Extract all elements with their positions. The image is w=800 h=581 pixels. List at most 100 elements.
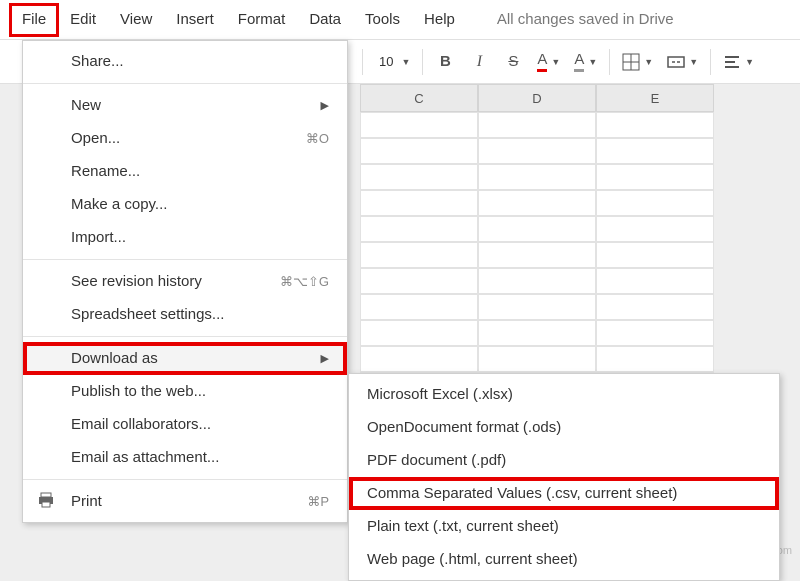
- menu-view[interactable]: View: [108, 4, 164, 36]
- italic-button[interactable]: I: [465, 47, 493, 77]
- cell[interactable]: [360, 190, 478, 216]
- cell[interactable]: [596, 112, 714, 138]
- column-header[interactable]: E: [596, 84, 714, 112]
- table-row: [360, 242, 800, 268]
- merge-icon: [667, 53, 685, 71]
- menu-item-make-copy[interactable]: Make a copy...: [23, 188, 347, 221]
- menu-format[interactable]: Format: [226, 4, 298, 36]
- menu-item-label: Download as: [71, 350, 158, 367]
- cell[interactable]: [360, 242, 478, 268]
- menu-item-email-collaborators[interactable]: Email collaborators...: [23, 408, 347, 441]
- submenu-item-ods[interactable]: OpenDocument format (.ods): [349, 411, 779, 444]
- menu-item-label: Open...: [71, 130, 120, 147]
- table-row: [360, 346, 800, 372]
- submenu-item-xlsx[interactable]: Microsoft Excel (.xlsx): [349, 378, 779, 411]
- table-row: [360, 216, 800, 242]
- cell[interactable]: [360, 320, 478, 346]
- menu-item-spreadsheet-settings[interactable]: Spreadsheet settings...: [23, 298, 347, 331]
- cell[interactable]: [360, 294, 478, 320]
- fill-color-icon: A: [574, 51, 584, 72]
- print-icon: [37, 491, 55, 513]
- cell[interactable]: [596, 320, 714, 346]
- toolbar-separator: [710, 49, 711, 75]
- align-button[interactable]: ▼: [719, 47, 758, 77]
- menu-item-new[interactable]: New▶: [23, 89, 347, 122]
- submenu-item-csv[interactable]: Comma Separated Values (.csv, current sh…: [349, 477, 779, 510]
- download-as-submenu: Microsoft Excel (.xlsx) OpenDocument for…: [348, 373, 780, 581]
- menu-file[interactable]: File: [10, 4, 58, 36]
- cell[interactable]: [478, 216, 596, 242]
- menu-item-share[interactable]: Share...: [23, 45, 347, 78]
- menu-item-download-as[interactable]: Download as▶: [23, 342, 347, 375]
- fill-color-button[interactable]: A ▼: [570, 47, 601, 77]
- cell[interactable]: [360, 112, 478, 138]
- cell[interactable]: [478, 268, 596, 294]
- toolbar-separator: [362, 49, 363, 75]
- menu-help[interactable]: Help: [412, 4, 467, 36]
- menu-item-label: Email as attachment...: [71, 449, 219, 466]
- menu-item-rename[interactable]: Rename...: [23, 155, 347, 188]
- borders-button[interactable]: ▼: [618, 47, 657, 77]
- cell[interactable]: [360, 268, 478, 294]
- text-color-icon: A: [537, 51, 547, 72]
- shortcut-label: ⌘O: [306, 131, 329, 147]
- cell[interactable]: [596, 294, 714, 320]
- cell[interactable]: [596, 164, 714, 190]
- borders-icon: [622, 53, 640, 71]
- cell[interactable]: [360, 164, 478, 190]
- cell[interactable]: [478, 346, 596, 372]
- strikethrough-button[interactable]: S: [499, 47, 527, 77]
- menu-tools[interactable]: Tools: [353, 4, 412, 36]
- text-color-button[interactable]: A ▼: [533, 47, 564, 77]
- cell[interactable]: [360, 346, 478, 372]
- rows: [360, 112, 800, 398]
- cell[interactable]: [596, 138, 714, 164]
- cell[interactable]: [360, 138, 478, 164]
- cell[interactable]: [478, 294, 596, 320]
- cell[interactable]: [596, 242, 714, 268]
- cell[interactable]: [596, 190, 714, 216]
- menu-item-label: Import...: [71, 229, 126, 246]
- menu-item-publish-web[interactable]: Publish to the web...: [23, 375, 347, 408]
- cell[interactable]: [478, 138, 596, 164]
- menu-separator: [23, 83, 347, 84]
- chevron-down-icon: ▼: [401, 57, 410, 67]
- chevron-down-icon: ▼: [689, 57, 698, 67]
- cell[interactable]: [478, 242, 596, 268]
- menu-item-email-attachment[interactable]: Email as attachment...: [23, 441, 347, 474]
- column-header[interactable]: C: [360, 84, 478, 112]
- menu-item-label: Publish to the web...: [71, 383, 206, 400]
- column-header[interactable]: D: [478, 84, 596, 112]
- bold-button[interactable]: B: [431, 47, 459, 77]
- cell[interactable]: [596, 216, 714, 242]
- cell[interactable]: [478, 112, 596, 138]
- menubar: File Edit View Insert Format Data Tools …: [0, 0, 800, 40]
- cell[interactable]: [478, 164, 596, 190]
- menu-insert[interactable]: Insert: [164, 4, 226, 36]
- column-headers: C D E: [360, 84, 800, 112]
- menu-item-label: Rename...: [71, 163, 140, 180]
- cell[interactable]: [596, 346, 714, 372]
- table-row: [360, 164, 800, 190]
- menu-item-open[interactable]: Open... ⌘O: [23, 122, 347, 155]
- menu-data[interactable]: Data: [297, 4, 353, 36]
- submenu-item-pdf[interactable]: PDF document (.pdf): [349, 444, 779, 477]
- submenu-item-html[interactable]: Web page (.html, current sheet): [349, 543, 779, 576]
- cell[interactable]: [596, 268, 714, 294]
- menu-item-import[interactable]: Import...: [23, 221, 347, 254]
- menu-item-label: New: [71, 97, 101, 114]
- menu-item-revision-history[interactable]: See revision history⌘⌥⇧G: [23, 265, 347, 298]
- chevron-down-icon: ▼: [588, 57, 597, 67]
- font-size-selector[interactable]: 10 ▼: [371, 47, 414, 77]
- table-row: [360, 294, 800, 320]
- merge-button[interactable]: ▼: [663, 47, 702, 77]
- cell[interactable]: [360, 216, 478, 242]
- menu-item-label: Make a copy...: [71, 196, 167, 213]
- submenu-item-txt[interactable]: Plain text (.txt, current sheet): [349, 510, 779, 543]
- menu-item-print[interactable]: Print⌘P: [23, 485, 347, 518]
- cell[interactable]: [478, 320, 596, 346]
- save-status: All changes saved in Drive: [497, 11, 674, 28]
- cell[interactable]: [478, 190, 596, 216]
- menu-separator: [23, 479, 347, 480]
- menu-edit[interactable]: Edit: [58, 4, 108, 36]
